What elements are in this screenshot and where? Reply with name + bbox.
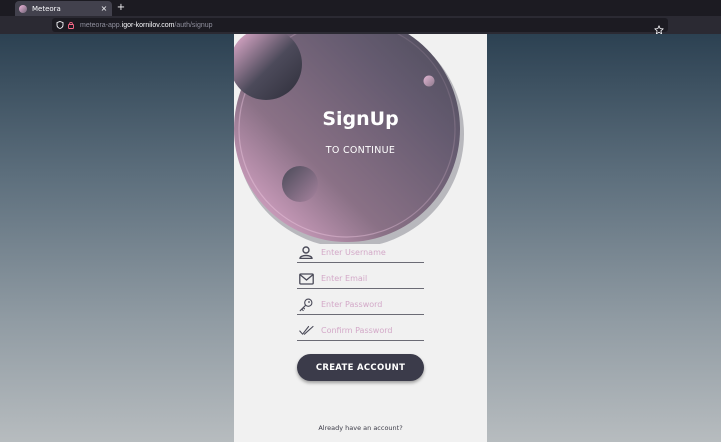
double-check-icon: [299, 324, 317, 338]
url-prefix: meteora-app.: [80, 21, 122, 29]
hero-sphere-medium: [282, 166, 318, 202]
email-field: [297, 269, 424, 289]
password-field: [297, 295, 424, 315]
lock-icon[interactable]: [67, 21, 75, 29]
tab-close-icon[interactable]: ×: [100, 4, 108, 13]
page-title: SignUp: [322, 108, 399, 130]
email-input[interactable]: [321, 274, 421, 283]
shield-icon[interactable]: [56, 21, 64, 29]
new-tab-button[interactable]: +: [115, 1, 127, 15]
confirm-password-field: [297, 321, 424, 341]
page-subtitle: TO CONTINUE: [325, 145, 396, 156]
signup-card: SignUp TO CONTINUE Enter Username Enter …: [234, 34, 487, 442]
url-host: igor-kornilov.com: [121, 21, 175, 29]
meteora-favicon-icon: [19, 4, 27, 13]
browser-tab[interactable]: Meteora ×: [15, 1, 112, 16]
create-account-button[interactable]: CREATE ACCOUNT: [297, 354, 424, 381]
url-path: /auth/signup: [174, 21, 213, 29]
page-viewport: SignUp TO CONTINUE Enter Username Enter …: [0, 34, 721, 442]
star-icon[interactable]: [654, 20, 664, 35]
password-input[interactable]: [321, 300, 421, 309]
browser-tab-bar: Meteora × +: [0, 0, 721, 16]
login-link[interactable]: Already have an account?: [234, 424, 487, 432]
user-icon: [299, 246, 317, 260]
hero-sphere-small: [423, 75, 435, 87]
browser-nav-bar: meteora-app.igor-kornilov.com/auth/signu…: [0, 16, 721, 35]
hero-illustration: [234, 34, 464, 244]
tab-title: Meteora: [32, 4, 61, 13]
confirm-password-input[interactable]: [321, 326, 421, 335]
url-bar[interactable]: meteora-app.igor-kornilov.com/auth/signu…: [52, 18, 668, 35]
key-icon: [299, 298, 317, 312]
url-text: meteora-app.igor-kornilov.com/auth/signu…: [80, 22, 213, 29]
envelope-icon: [299, 272, 317, 286]
username-input[interactable]: [321, 248, 421, 257]
username-field: [297, 243, 424, 263]
